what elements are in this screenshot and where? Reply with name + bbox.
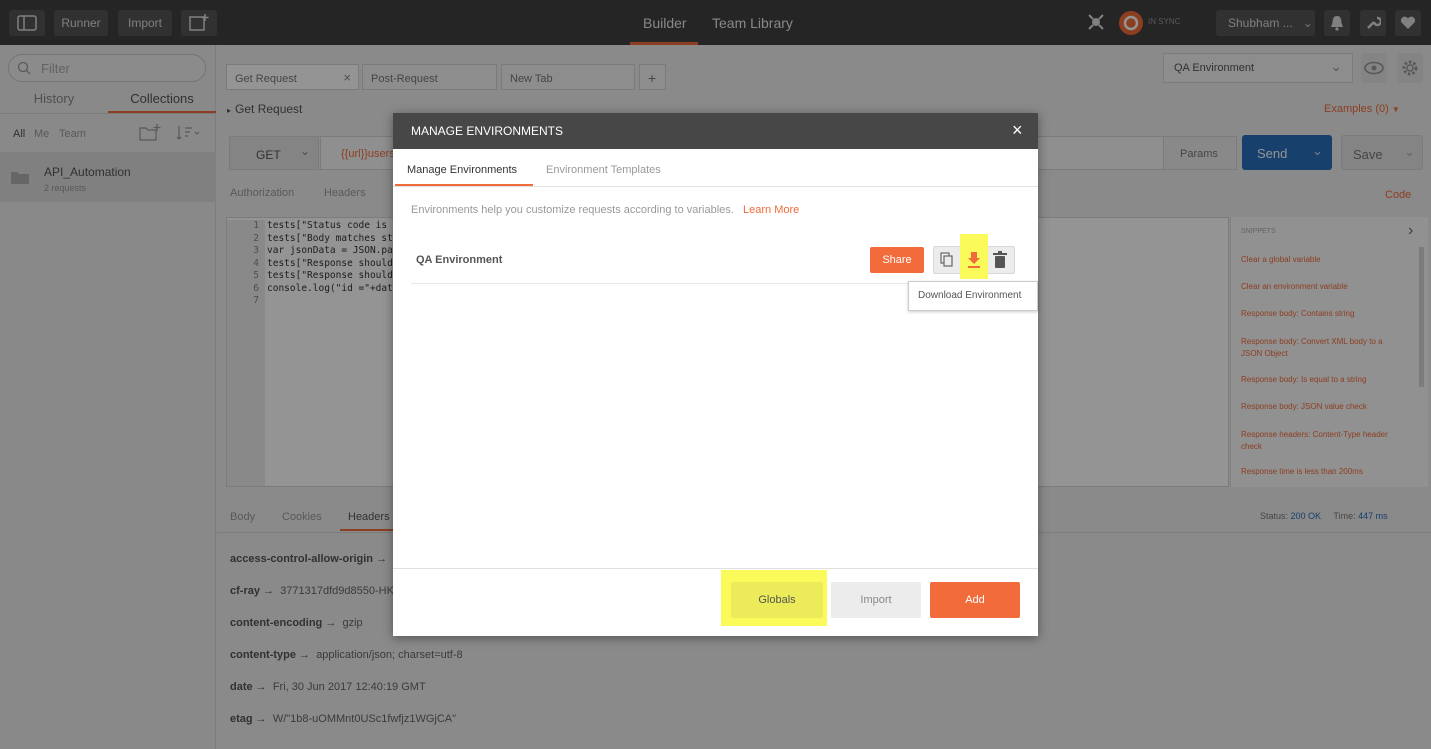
share-button[interactable]: Share — [870, 247, 924, 273]
duplicate-button[interactable] — [937, 250, 957, 270]
modal-header: MANAGE ENVIRONMENTS × — [393, 113, 1038, 149]
close-icon[interactable]: × — [1012, 120, 1023, 141]
modal-info: Environments help you customize requests… — [411, 204, 799, 216]
import-button[interactable]: Import — [831, 582, 921, 618]
modal-title: MANAGE ENVIRONMENTS — [411, 124, 564, 138]
globals-button[interactable]: Globals — [731, 582, 823, 618]
learn-more-link[interactable]: Learn More — [743, 204, 799, 216]
copy-icon — [940, 252, 953, 267]
modal-tab-manage[interactable]: Manage Environments — [407, 164, 517, 176]
manage-environments-modal: MANAGE ENVIRONMENTS × Manage Environment… — [393, 113, 1038, 636]
trash-icon — [993, 251, 1007, 268]
add-button[interactable]: Add — [930, 582, 1020, 618]
download-button[interactable] — [964, 250, 984, 270]
info-text: Environments help you customize requests… — [411, 204, 734, 216]
modal-tab-templates[interactable]: Environment Templates — [546, 164, 661, 176]
download-icon — [968, 252, 980, 268]
environment-row-divider — [411, 283, 910, 284]
environment-row-name[interactable]: QA Environment — [416, 254, 502, 266]
delete-button[interactable] — [990, 250, 1010, 270]
download-tooltip: Download Environment — [908, 281, 1038, 311]
modal-footer-divider — [393, 568, 1038, 569]
modal-tab-divider — [393, 186, 1038, 187]
